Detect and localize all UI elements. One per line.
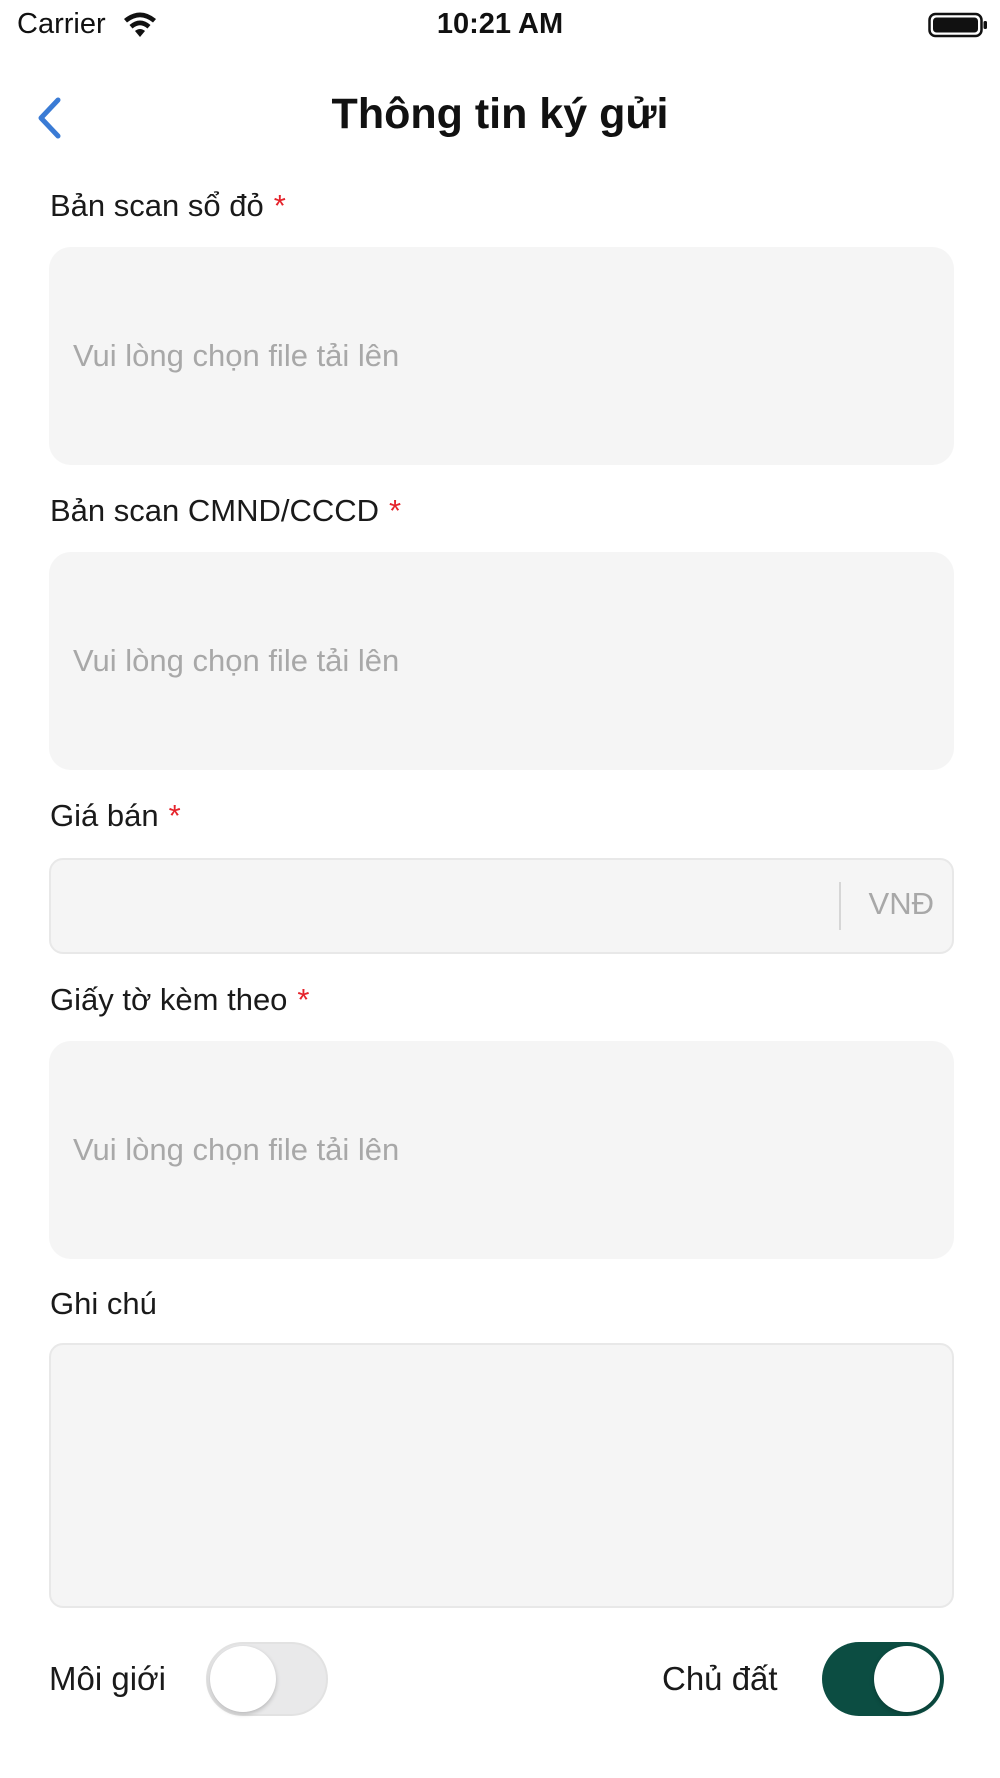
toggle-knob (210, 1646, 276, 1712)
red-book-upload-box[interactable]: Vui lòng chọn file tải lên (49, 247, 954, 465)
attachments-label-text: Giấy tờ kèm theo (50, 982, 288, 1017)
owner-toggle[interactable] (822, 1642, 944, 1716)
status-bar: Carrier 10:21 AM (0, 0, 1000, 52)
upload-placeholder: Vui lòng chọn file tải lên (73, 643, 400, 678)
attachments-label: Giấy tờ kèm theo * (50, 982, 310, 1018)
id-card-scan-label-text: Bản scan CMND/CCCD (50, 493, 380, 528)
red-book-scan-label: Bản scan sổ đỏ * (50, 188, 286, 224)
unit-divider (839, 882, 841, 930)
required-mark: * (297, 982, 310, 1017)
price-label-text: Giá bán (50, 798, 159, 833)
price-label: Giá bán * (50, 798, 181, 834)
note-label: Ghi chú (50, 1286, 157, 1322)
upload-placeholder: Vui lòng chọn file tải lên (73, 338, 400, 373)
required-mark: * (168, 798, 181, 833)
attachments-upload-box[interactable]: Vui lòng chọn file tải lên (49, 1041, 954, 1259)
currency-unit: VNĐ (868, 886, 934, 921)
id-card-upload-box[interactable]: Vui lòng chọn file tải lên (49, 552, 954, 770)
status-time: 10:21 AM (436, 8, 564, 40)
note-label-text: Ghi chú (50, 1286, 157, 1321)
required-mark: * (273, 188, 286, 223)
consignment-info-screen: Carrier 10:21 AM Thông tin ký gửi Bản sc… (0, 0, 1000, 1778)
page-title: Thông tin ký gửi (331, 90, 669, 138)
red-book-scan-label-text: Bản scan sổ đỏ (50, 188, 264, 223)
battery-icon (928, 12, 987, 38)
required-mark: * (389, 493, 402, 528)
toggle-knob (874, 1646, 940, 1712)
price-input[interactable] (51, 860, 831, 952)
navigation-bar: Thông tin ký gửi (0, 78, 1000, 158)
broker-toggle-label: Môi giới (49, 1660, 166, 1697)
id-card-scan-label: Bản scan CMND/CCCD * (50, 493, 401, 529)
price-input-box: VNĐ (49, 858, 954, 954)
note-textarea[interactable] (49, 1343, 954, 1608)
owner-toggle-label: Chủ đất (662, 1660, 778, 1697)
broker-toggle[interactable] (206, 1642, 328, 1716)
upload-placeholder: Vui lòng chọn file tải lên (73, 1132, 400, 1167)
